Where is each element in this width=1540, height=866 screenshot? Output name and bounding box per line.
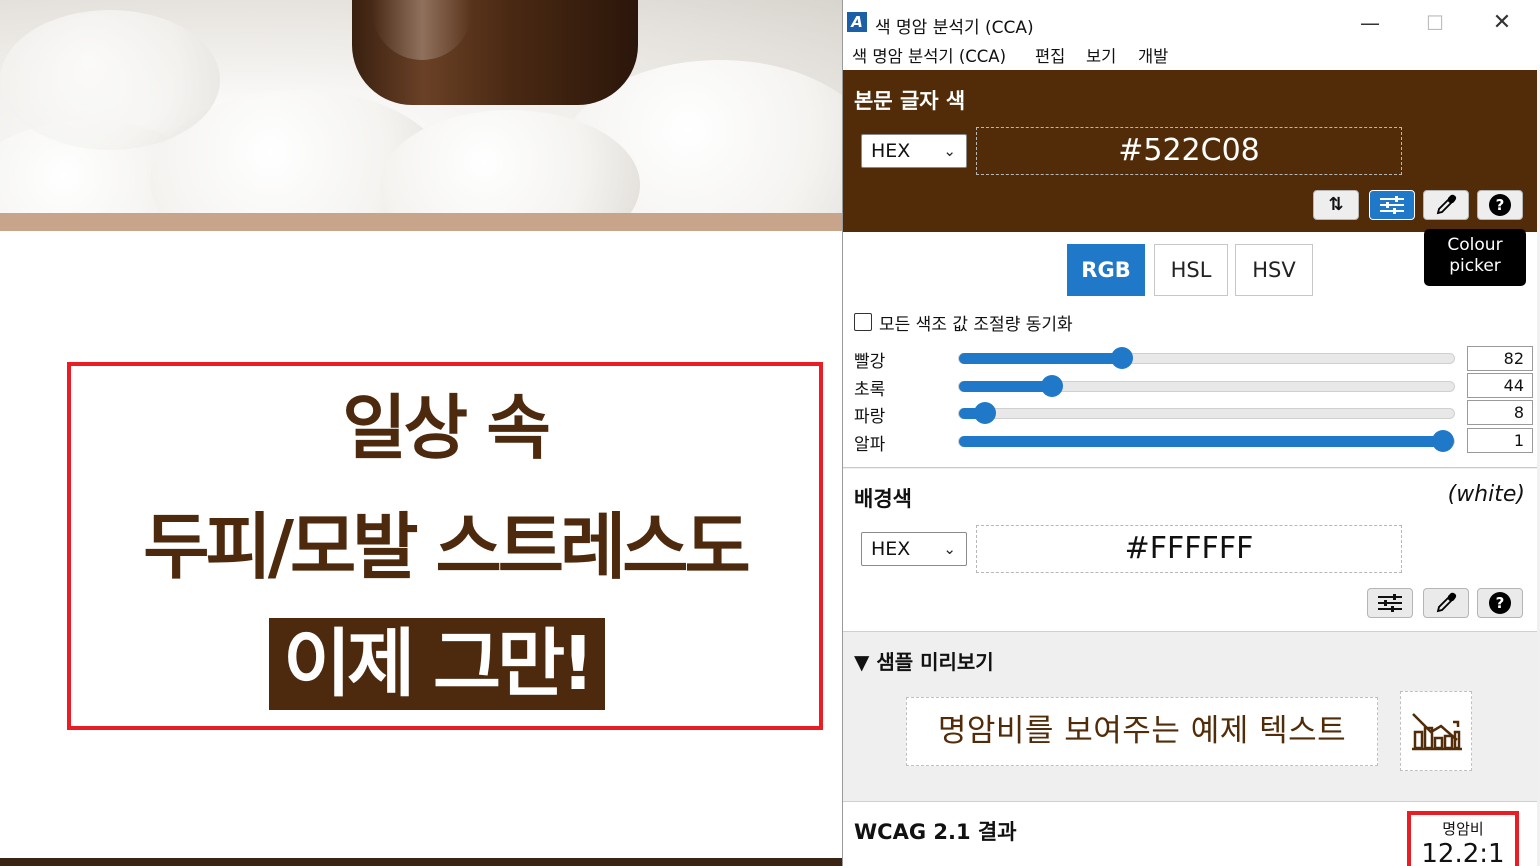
sync-checkbox[interactable] [854, 313, 872, 331]
menu-cca[interactable]: 색 명암 분석기 (CCA) [852, 43, 1006, 67]
eyedropper-icon [1436, 592, 1457, 613]
background-color-name: (white) [1447, 482, 1525, 507]
green-label: 초록 [854, 380, 886, 400]
wcag-title: WCAG 2.1 결과 [854, 820, 1017, 844]
web-page-background: 일상 속 두피/모발 스트레스도 이제 그만! [0, 0, 842, 866]
tab-hsl[interactable]: HSL [1154, 244, 1228, 296]
tab-rgb[interactable]: RGB [1067, 244, 1145, 296]
alpha-slider[interactable] [958, 430, 1455, 452]
help-icon: ? [1489, 194, 1511, 216]
swap-arrows-icon: ⇅ [1328, 194, 1344, 215]
red-label: 빨강 [854, 352, 886, 372]
red-slider[interactable] [958, 347, 1455, 369]
chevron-down-icon: ⌄ [943, 540, 956, 558]
foreground-format-select[interactable]: HEX ⌄ [861, 134, 967, 168]
blue-slider[interactable] [958, 402, 1455, 424]
product-photo [0, 0, 842, 213]
menu-bar: 색 명암 분석기 (CCA) 편집 보기 개발 [843, 38, 1540, 70]
background-section: 배경색 (white) HEX ⌄ #FFFFFF ? [843, 469, 1537, 631]
headline-highlight-box: 일상 속 두피/모발 스트레스도 이제 그만! [67, 362, 823, 730]
eyedropper-icon [1436, 194, 1457, 215]
contrast-chart-button[interactable] [1400, 691, 1472, 771]
tab-hsv[interactable]: HSV [1235, 244, 1313, 296]
close-button[interactable]: ✕ [1479, 8, 1525, 38]
alpha-slider-thumb[interactable] [1432, 430, 1454, 452]
alpha-value-input[interactable]: 1 [1467, 428, 1533, 453]
headline-line-1: 일상 속 [342, 387, 551, 469]
red-value-input[interactable]: 82 [1467, 346, 1533, 371]
blue-label: 파랑 [854, 407, 886, 427]
headline-line-2: 두피/모발 스트레스도 [143, 505, 751, 589]
background-sliders-button[interactable] [1367, 588, 1413, 618]
foreground-colour-picker-button[interactable] [1423, 190, 1469, 220]
foreground-hex-input[interactable]: #522C08 [976, 127, 1402, 175]
chevron-down-icon: ⌄ [943, 142, 956, 160]
contrast-ratio-box: 명암비 12.2:1 [1407, 811, 1519, 866]
green-value-input[interactable]: 44 [1467, 373, 1533, 398]
sliders-icon [1380, 196, 1404, 214]
sync-label: 모든 색조 값 조절량 동기화 [879, 315, 1073, 335]
background-title: 배경색 [854, 487, 912, 511]
green-slider-thumb[interactable] [1040, 375, 1063, 397]
bar-chart-icon [1412, 713, 1462, 751]
foreground-sliders-button[interactable] [1369, 190, 1415, 220]
blue-slider-thumb[interactable] [973, 402, 996, 424]
cca-window: A 색 명암 분석기 (CCA) — ☐ ✕ 색 명암 분석기 (CCA) 편집… [842, 0, 1540, 866]
red-slider-thumb[interactable] [1111, 347, 1134, 369]
app-icon: A [847, 12, 867, 32]
menu-edit[interactable]: 편집 [1035, 43, 1065, 67]
swap-colors-button[interactable]: ⇅ [1313, 190, 1359, 220]
background-format-select[interactable]: HEX ⌄ [861, 532, 967, 566]
menu-develop[interactable]: 개발 [1138, 43, 1168, 67]
help-icon: ? [1489, 592, 1511, 614]
foreground-format-value: HEX [871, 140, 911, 162]
foreground-section: 본문 글자 색 HEX ⌄ #522C08 ⇅ ? [843, 70, 1537, 232]
window-title: 색 명암 분석기 (CCA) [875, 18, 1034, 38]
headline-line-3: 이제 그만! [283, 621, 595, 707]
background-hex-input[interactable]: #FFFFFF [976, 525, 1402, 573]
foreground-help-button[interactable]: ? [1477, 190, 1523, 220]
background-help-button[interactable]: ? [1477, 588, 1523, 618]
green-slider[interactable] [958, 375, 1455, 397]
background-colour-picker-button[interactable] [1423, 588, 1469, 618]
menu-view[interactable]: 보기 [1086, 43, 1116, 67]
alpha-label: 알파 [854, 435, 886, 455]
sample-preview-toggle[interactable]: ▼ 샘플 미리보기 [854, 646, 994, 675]
maximize-button[interactable]: ☐ [1412, 8, 1458, 38]
colour-picker-tooltip: Colour picker [1424, 229, 1526, 286]
foreground-title: 본문 글자 색 [854, 89, 966, 113]
contrast-ratio-label: 명암비 [1442, 820, 1484, 838]
minimize-button[interactable]: — [1347, 8, 1393, 38]
sample-preview-text: 명암비를 보여주는 예제 텍스트 [906, 697, 1378, 766]
wcag-results-section: WCAG 2.1 결과 명암비 12.2:1 [843, 801, 1537, 866]
headline-line-3-block: 이제 그만! [269, 618, 605, 710]
sliders-icon [1378, 594, 1402, 612]
blue-value-input[interactable]: 8 [1467, 400, 1533, 425]
contrast-ratio-value: 12.2:1 [1421, 839, 1505, 866]
sample-preview-section: ▼ 샘플 미리보기 명암비를 보여주는 예제 텍스트 [843, 631, 1537, 801]
background-format-value: HEX [871, 538, 911, 560]
